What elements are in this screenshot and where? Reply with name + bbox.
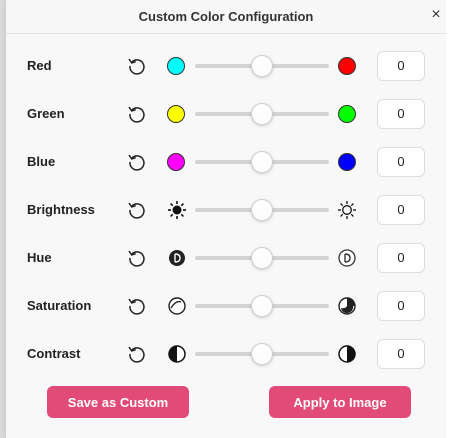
row-green: Green 0 — [6, 99, 446, 129]
dialog-title: Custom Color Configuration — [138, 9, 314, 24]
row-label-saturation: Saturation — [27, 298, 92, 313]
blue-swatch — [338, 153, 356, 171]
slider-thumb[interactable] — [251, 103, 273, 125]
sun-outline-icon — [338, 201, 356, 219]
reset-icon[interactable] — [126, 343, 148, 365]
hue-light-icon — [338, 249, 356, 267]
saturation-high-icon — [338, 297, 356, 315]
row-hue: Hue 0 — [6, 243, 446, 273]
row-saturation: Saturation 0 — [6, 291, 446, 321]
row-brightness: Brightness 0 — [6, 195, 446, 225]
row-contrast: Contrast 0 — [6, 339, 446, 369]
reset-icon[interactable] — [126, 199, 148, 221]
dialog-content: Red 0 Green 0 Blue 0 Brightness 0 Hue 0 … — [6, 34, 446, 438]
slider-thumb[interactable] — [251, 151, 273, 173]
magenta-swatch — [167, 153, 185, 171]
slider-thumb[interactable] — [251, 295, 273, 317]
dialog-titlebar: Custom Color Configuration × — [6, 0, 446, 34]
reset-icon[interactable] — [126, 247, 148, 269]
cyan-swatch — [167, 57, 185, 75]
row-label-green: Green — [27, 106, 65, 121]
green-swatch — [338, 105, 356, 123]
row-label-brightness: Brightness — [27, 202, 95, 217]
slider-thumb[interactable] — [251, 55, 273, 77]
color-config-dialog: Custom Color Configuration × Red 0 Green — [5, 0, 451, 438]
reset-icon[interactable] — [126, 103, 148, 125]
row-label-blue: Blue — [27, 154, 56, 169]
close-icon[interactable]: × — [426, 5, 446, 25]
yellow-swatch — [167, 105, 185, 123]
sun-filled-icon — [168, 201, 186, 219]
reset-icon[interactable] — [126, 295, 148, 317]
save-as-custom-button[interactable]: Save as Custom — [47, 386, 189, 418]
reset-icon[interactable] — [126, 151, 148, 173]
value-field-green[interactable]: 0 — [377, 99, 425, 129]
reset-icon[interactable] — [126, 55, 148, 77]
apply-to-image-button[interactable]: Apply to Image — [269, 386, 411, 418]
value-field-red[interactable]: 0 — [377, 51, 425, 81]
value-field-brightness[interactable]: 0 — [377, 195, 425, 225]
value-field-hue[interactable]: 0 — [377, 243, 425, 273]
row-label-hue: Hue — [27, 250, 52, 265]
hue-dark-icon — [169, 250, 185, 266]
slider-thumb[interactable] — [251, 343, 273, 365]
saturation-low-icon — [168, 297, 186, 315]
contrast-high-icon — [338, 345, 356, 363]
row-label-contrast: Contrast — [27, 346, 81, 361]
red-swatch — [338, 57, 356, 75]
row-label-red: Red — [27, 58, 52, 73]
value-field-blue[interactable]: 0 — [377, 147, 425, 177]
row-blue: Blue 0 — [6, 147, 446, 177]
row-red: Red 0 — [6, 51, 446, 81]
contrast-low-icon — [168, 345, 186, 363]
value-field-contrast[interactable]: 0 — [377, 339, 425, 369]
value-field-saturation[interactable]: 0 — [377, 291, 425, 321]
slider-thumb[interactable] — [251, 199, 273, 221]
slider-thumb[interactable] — [251, 247, 273, 269]
